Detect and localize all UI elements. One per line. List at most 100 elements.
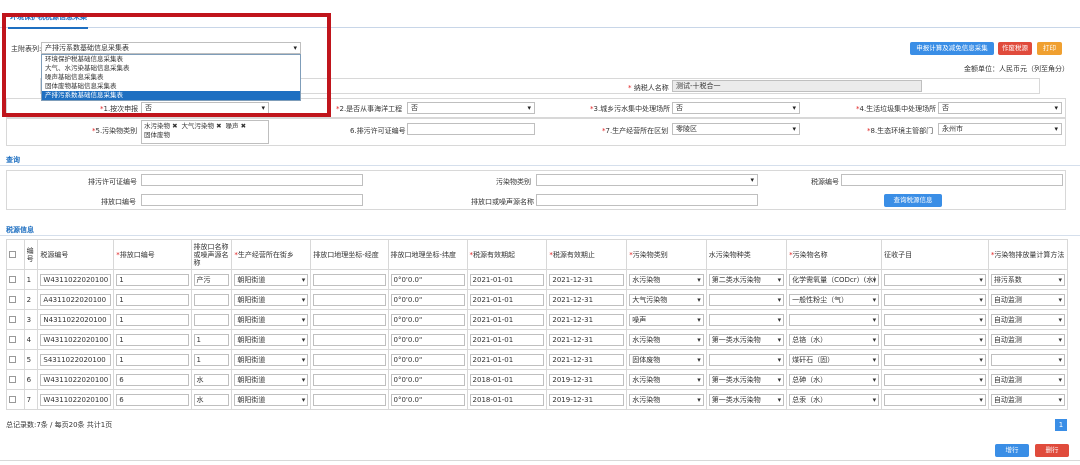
row-checkbox[interactable] — [9, 296, 16, 303]
input-start[interactable]: 2021-01-01 — [469, 353, 545, 366]
input-start[interactable]: 2018-01-01 — [469, 393, 545, 406]
input-name[interactable] — [193, 293, 230, 306]
dropdown-option-selected[interactable]: 产排污系数基础信息采集表 — [42, 91, 300, 100]
input-lng[interactable] — [313, 373, 386, 386]
form-type-dropdown[interactable]: 环境保护税基础信息采集表 大气、水污染基础信息采集表 噪声基础信息采集表 固体废… — [41, 54, 301, 101]
input-name[interactable]: 水 — [193, 373, 230, 386]
row-checkbox[interactable] — [9, 376, 16, 383]
query-outlet-input[interactable] — [141, 194, 363, 206]
input-id[interactable]: W4311022020100 — [40, 373, 112, 386]
add-row-button[interactable]: 增行 — [995, 444, 1029, 457]
permit-no-field[interactable] — [407, 123, 535, 135]
env-dept-select[interactable]: 永州市 — [938, 123, 1062, 135]
input-id[interactable]: W4311022020100 — [40, 273, 112, 286]
select-street[interactable]: 朝阳街道 — [234, 313, 309, 326]
input-id[interactable]: N4311022020100 — [40, 313, 112, 326]
input-lng[interactable] — [313, 313, 386, 326]
declare-calc-button[interactable]: 申报计算及减免信息采集 — [910, 42, 994, 55]
input-lat[interactable]: 0°0'0.0" — [390, 273, 465, 286]
dropdown-option[interactable]: 固体废物基础信息采集表 — [42, 82, 300, 91]
select-water[interactable]: 第一类水污染物 — [708, 333, 785, 346]
table-row[interactable]: 2A4311022020100 1 朝阳街道 0°0'0.0" 2021-01-01 20… — [6, 289, 1069, 310]
select-sub[interactable] — [884, 333, 986, 346]
input-start[interactable]: 2021-01-01 — [469, 293, 545, 306]
input-id[interactable]: W4311022020100 — [40, 393, 112, 406]
input-outlet[interactable]: 1 — [116, 313, 189, 326]
select-cat[interactable]: 水污染物 — [629, 333, 704, 346]
select-pol[interactable]: 总砷（水） — [789, 373, 880, 386]
table-row[interactable]: 4W4311022020100 11 朝阳街道 0°0'0.0" 2021-01-01 2… — [6, 329, 1069, 350]
select-method[interactable]: 自动监测 — [990, 333, 1065, 346]
select-method[interactable]: 排污系数 — [990, 273, 1065, 286]
pollutant-category-multiselect[interactable]: 水污染物 ✖ 大气污染物 ✖ 噪声 ✖ 固体废物 — [141, 120, 269, 144]
table-row[interactable]: 5S4311022020100 11 朝阳街道 0°0'0.0" 2021-01-01 2… — [6, 349, 1069, 370]
table-row[interactable]: 3N4311022020100 1 朝阳街道 0°0'0.0" 2021-01-01 20… — [6, 309, 1069, 330]
select-cat[interactable]: 水污染物 — [629, 273, 704, 286]
input-end[interactable]: 2021-12-31 — [549, 353, 625, 366]
input-lat[interactable]: 0°0'0.0" — [390, 313, 465, 326]
select-pol[interactable]: 一般性粉尘（气） — [789, 293, 880, 306]
input-lng[interactable] — [313, 353, 386, 366]
input-id[interactable]: W4311022020100 — [40, 333, 112, 346]
select-street[interactable]: 朝阳街道 — [234, 273, 309, 286]
input-outlet[interactable]: 1 — [116, 273, 189, 286]
query-outlet-name-input[interactable] — [536, 194, 758, 206]
row-checkbox[interactable] — [9, 396, 16, 403]
select-water[interactable] — [708, 313, 785, 326]
input-outlet[interactable]: 1 — [116, 293, 189, 306]
input-end[interactable]: 2019-12-31 — [549, 393, 625, 406]
query-category-select[interactable] — [536, 174, 758, 186]
select-pol[interactable] — [789, 313, 880, 326]
select-water[interactable]: 第一类水污染物 — [708, 373, 785, 386]
input-end[interactable]: 2021-12-31 — [549, 293, 625, 306]
sewage-select[interactable]: 否 — [672, 102, 800, 114]
query-source-no-input[interactable] — [841, 174, 1063, 186]
input-lat[interactable]: 0°0'0.0" — [390, 333, 465, 346]
input-lat[interactable]: 0°0'0.0" — [390, 373, 465, 386]
select-street[interactable]: 朝阳街道 — [234, 353, 309, 366]
table-row[interactable]: 6W43110220201006水朝阳街道0°0'0.0"2018-01-012… — [6, 369, 1069, 390]
input-lng[interactable] — [313, 333, 386, 346]
input-outlet[interactable]: 1 — [116, 353, 189, 366]
row-checkbox[interactable] — [9, 276, 16, 283]
select-pol[interactable]: 化学需氧量（CODcr）(水) — [789, 273, 880, 286]
input-start[interactable]: 2021-01-01 — [469, 273, 545, 286]
input-start[interactable]: 2018-01-01 — [469, 373, 545, 386]
select-street[interactable]: 朝阳街道 — [234, 393, 309, 406]
select-cat[interactable]: 水污染物 — [629, 393, 704, 406]
select-pol[interactable]: 总铬（水） — [789, 333, 880, 346]
select-sub[interactable] — [884, 273, 986, 286]
select-water[interactable] — [708, 353, 785, 366]
select-pol[interactable]: 煤矸石（固） — [789, 353, 880, 366]
page-1-button[interactable]: 1 — [1055, 419, 1067, 431]
select-method[interactable] — [990, 353, 1065, 366]
print-button[interactable]: 打印 — [1037, 42, 1062, 55]
dropdown-option[interactable]: 噪声基础信息采集表 — [42, 73, 300, 82]
select-street[interactable]: 朝阳街道 — [234, 333, 309, 346]
dropdown-option[interactable]: 大气、水污染基础信息采集表 — [42, 64, 300, 73]
input-name[interactable]: 1 — [193, 333, 230, 346]
input-outlet[interactable]: 1 — [116, 333, 189, 346]
input-id[interactable]: A4311022020100 — [40, 293, 112, 306]
select-sub[interactable] — [884, 293, 986, 306]
select-method[interactable]: 自动监测 — [990, 313, 1065, 326]
input-outlet[interactable]: 6 — [116, 393, 189, 406]
select-water[interactable]: 第二类水污染物 — [708, 273, 785, 286]
input-lat[interactable]: 0°0'0.0" — [390, 353, 465, 366]
select-cat[interactable]: 噪声 — [629, 313, 704, 326]
select-sub[interactable] — [884, 393, 986, 406]
input-start[interactable]: 2021-01-01 — [469, 313, 545, 326]
input-lat[interactable]: 0°0'0.0" — [390, 293, 465, 306]
select-sub[interactable] — [884, 353, 986, 366]
select-cat[interactable]: 水污染物 — [629, 373, 704, 386]
row-checkbox[interactable] — [9, 316, 16, 323]
select-cat[interactable]: 大气污染物 — [629, 293, 704, 306]
select-water[interactable] — [708, 293, 785, 306]
select-method[interactable]: 自动监测 — [990, 393, 1065, 406]
input-name[interactable]: 水 — [193, 393, 230, 406]
row-checkbox[interactable] — [9, 356, 16, 363]
select-method[interactable]: 自动监测 — [990, 373, 1065, 386]
select-method[interactable]: 自动监测 — [990, 293, 1065, 306]
dropdown-option[interactable]: 环境保护税基础信息采集表 — [42, 55, 300, 64]
select-street[interactable]: 朝阳街道 — [234, 373, 309, 386]
